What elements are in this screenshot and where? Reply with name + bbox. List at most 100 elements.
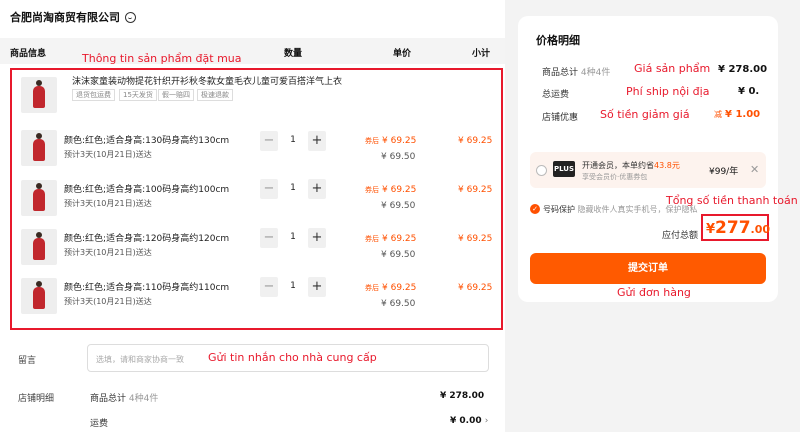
decrease-button[interactable]: − <box>260 277 278 297</box>
checkmark-icon[interactable]: ✓ <box>530 204 540 214</box>
increase-button[interactable]: + <box>308 277 326 297</box>
quantity-value[interactable]: 1 <box>278 232 308 242</box>
shop-detail-label: 店铺明细 <box>18 394 55 404</box>
header-quantity: 数量 <box>284 49 303 59</box>
annotation-product-price: Giá sản phẩm <box>634 62 711 75</box>
promo-price-value: ¥ 69.25 <box>382 283 417 293</box>
annotation-discount: Số tiền giảm giá <box>600 108 690 121</box>
shipping-value[interactable]: ¥ 0.00 › <box>450 416 488 426</box>
shipping-label: 运费 <box>90 419 109 429</box>
quantity-stepper: − 1 + <box>260 131 326 151</box>
panel-discount: 减 ¥ 1.00 <box>714 109 760 120</box>
product-tag: 假一赔四 <box>158 89 194 101</box>
goods-total-label: 商品总计 <box>90 394 127 404</box>
chat-icon[interactable] <box>125 11 136 23</box>
goods-total-count: 4种4件 <box>128 394 159 404</box>
quantity-value[interactable]: 1 <box>278 281 308 291</box>
plus-offer-pre: 开通会员，本单约省 <box>582 161 654 170</box>
variant-spec: 颜色:红色;适合身高:120码身高约120cm <box>64 234 230 244</box>
decrease-button[interactable]: − <box>260 228 278 248</box>
original-price: ¥ 69.50 <box>381 152 416 162</box>
discount-value: ¥ 1.00 <box>725 109 761 120</box>
close-icon[interactable]: ✕ <box>750 163 759 176</box>
shop-name-text: 合肥尚淘商贸有限公司 <box>10 11 120 24</box>
item-subtotal: ¥ 69.25 <box>458 283 493 293</box>
original-price: ¥ 69.50 <box>381 250 416 260</box>
submit-order-button[interactable]: 提交订单 <box>530 253 766 284</box>
increase-button[interactable]: + <box>308 179 326 199</box>
delivery-estimate: 预计3天(10月21日)送达 <box>64 199 152 208</box>
panel-shipping-value: ¥ 0. <box>738 86 760 97</box>
price-detail-title: 价格明细 <box>536 34 580 47</box>
quantity-stepper: − 1 + <box>260 179 326 199</box>
original-price: ¥ 69.50 <box>381 201 416 211</box>
promo-price-label: 券后 <box>365 284 379 292</box>
product-thumbnail[interactable] <box>21 77 57 113</box>
message-label: 留言 <box>18 356 37 366</box>
goods-total-row: 商品总计 4种4件 <box>90 391 158 404</box>
product-tag: 极速退款 <box>197 89 233 101</box>
quantity-value[interactable]: 1 <box>278 183 308 193</box>
chevron-right-icon[interactable]: › <box>485 416 489 426</box>
panel-goods-total-label: 商品总计 4种4件 <box>542 65 610 78</box>
variant-thumbnail[interactable] <box>21 278 57 314</box>
panel-goods-total-text: 商品总计 <box>542 68 579 78</box>
discount-prefix: 减 <box>714 110 722 119</box>
product-tag: 退货包运费 <box>72 89 115 101</box>
panel-shipping-label: 总运费 <box>542 90 570 100</box>
decrease-button[interactable]: − <box>260 131 278 151</box>
product-title[interactable]: 沫沫家童装动物提花针织开衫秋冬款女童毛衣儿童可爱百搭洋气上衣 <box>72 74 342 87</box>
promo-price-value: ¥ 69.25 <box>382 234 417 244</box>
annotation-domestic-ship: Phí ship nội địa <box>626 85 710 98</box>
delivery-estimate: 预计3天(10月21日)送达 <box>64 248 152 257</box>
variant-thumbnail[interactable] <box>21 229 57 265</box>
variant-thumbnail[interactable] <box>21 130 57 166</box>
variant-spec: 颜色:红色;适合身高:130码身高约130cm <box>64 136 230 146</box>
payable-dec: .00 <box>750 223 771 236</box>
header-subtotal: 小计 <box>472 49 491 59</box>
annotation-message-supplier: Gửi tin nhắn cho nhà cung cấp <box>208 351 377 364</box>
plus-badge: PLUS <box>553 161 575 177</box>
plus-offer-text: 开通会员，本单约省43.8元 <box>582 160 680 171</box>
annotation-product-info: Thông tin sản phẩm đặt mua <box>82 52 242 65</box>
increase-button[interactable]: + <box>308 228 326 248</box>
promo-price-label: 券后 <box>365 137 379 145</box>
payable-int: 277 <box>715 218 751 238</box>
quantity-stepper: − 1 + <box>260 228 326 248</box>
variant-thumbnail[interactable] <box>21 180 57 216</box>
payable-total-label: 应付总额 <box>662 231 699 241</box>
variant-spec: 颜色:红色;适合身高:110码身高约110cm <box>64 283 230 293</box>
number-protect-label: 号码保护 <box>543 205 575 214</box>
increase-button[interactable]: + <box>308 131 326 151</box>
shipping-value-text: ¥ 0.00 <box>450 416 482 426</box>
item-subtotal: ¥ 69.25 <box>458 185 493 195</box>
plus-offer-amount: 43.8元 <box>654 161 680 170</box>
quantity-stepper: − 1 + <box>260 277 326 297</box>
promo-price-value: ¥ 69.25 <box>382 185 417 195</box>
header-product-info: 商品信息 <box>10 49 47 59</box>
shop-name[interactable]: 合肥尚淘商贸有限公司 <box>10 9 136 25</box>
payable-currency: ¥ <box>706 222 716 237</box>
panel-goods-total-count: 4种4件 <box>580 68 611 78</box>
panel-goods-total-value: ¥ 278.00 <box>718 64 768 75</box>
header-unit-price: 单价 <box>393 49 412 59</box>
promo-price: 券后 ¥ 69.25 <box>365 234 416 244</box>
delivery-estimate: 预计3天(10月21日)送达 <box>64 297 152 306</box>
plus-offer-subtext: 享受会员价·优惠券包 <box>582 173 648 181</box>
plus-price: ¥99/年 <box>709 167 739 177</box>
annotation-submit-order: Gửi đơn hàng <box>617 286 691 299</box>
decrease-button[interactable]: − <box>260 179 278 199</box>
plus-radio[interactable] <box>536 165 547 176</box>
item-subtotal: ¥ 69.25 <box>458 234 493 244</box>
table-header: 商品信息 数量 单价 小计 <box>0 38 505 64</box>
original-price: ¥ 69.50 <box>381 299 416 309</box>
promo-price: 券后 ¥ 69.25 <box>365 136 416 146</box>
variant-spec: 颜色:红色;适合身高:100码身高约100cm <box>64 185 230 195</box>
product-tag: 15天发货 <box>119 89 157 101</box>
annotation-total-payment: Tổng số tiền thanh toán <box>666 194 798 207</box>
item-subtotal: ¥ 69.25 <box>458 136 493 146</box>
promo-price-value: ¥ 69.25 <box>382 136 417 146</box>
quantity-value[interactable]: 1 <box>278 135 308 145</box>
promo-price-label: 券后 <box>365 186 379 194</box>
promo-price: 券后 ¥ 69.25 <box>365 283 416 293</box>
